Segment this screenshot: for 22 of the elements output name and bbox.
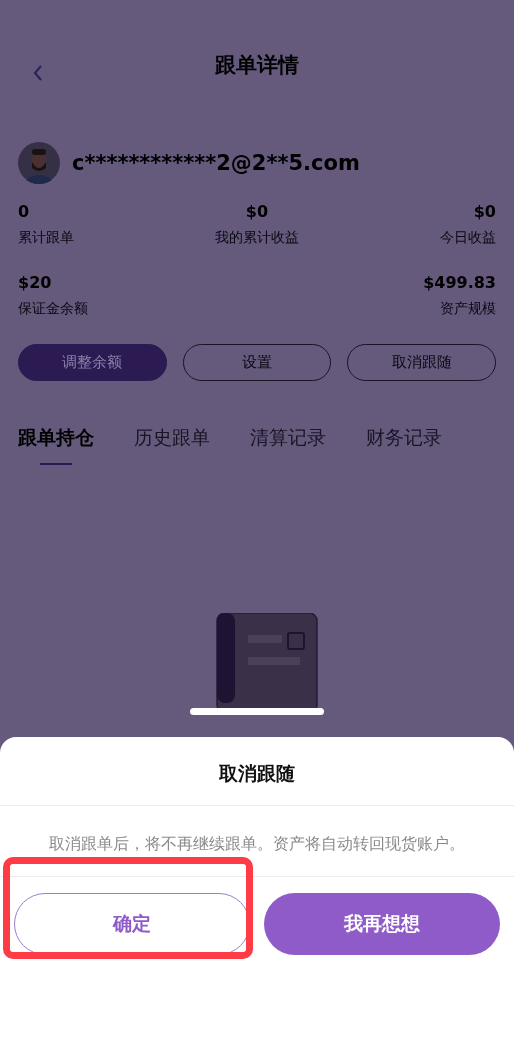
- stat-value: $20: [18, 273, 53, 292]
- back-icon[interactable]: [32, 64, 44, 82]
- action-button[interactable]: 调整余额: [18, 344, 167, 381]
- stat-label: 今日收益: [440, 229, 496, 247]
- stat-label: 保证金余额: [18, 300, 88, 318]
- tab[interactable]: 财务记录: [366, 425, 442, 465]
- page-title: 跟单详情: [215, 52, 299, 79]
- stat-value: $0: [473, 202, 496, 221]
- stat-value: $499.83: [423, 273, 496, 292]
- stat-value: $0: [245, 202, 269, 221]
- stat-label: 我的累计收益: [215, 229, 299, 247]
- tab[interactable]: 清算记录: [250, 425, 326, 465]
- stat-value: 0: [18, 202, 31, 221]
- tab[interactable]: 跟单持仓: [18, 425, 94, 465]
- stat-label: 累计跟单: [18, 229, 74, 247]
- dialog-message: 取消跟单后，将不再继续跟单。资产将自动转回现货账户。: [48, 833, 466, 855]
- dialog-title: 取消跟随: [219, 761, 295, 786]
- user-email: c************2@2**5.com: [72, 151, 360, 175]
- avatar-icon: [18, 142, 60, 184]
- stat-label: 资产规模: [440, 300, 496, 318]
- dialog-button[interactable]: 我再想想: [264, 893, 500, 955]
- tab[interactable]: 历史跟单: [134, 425, 210, 465]
